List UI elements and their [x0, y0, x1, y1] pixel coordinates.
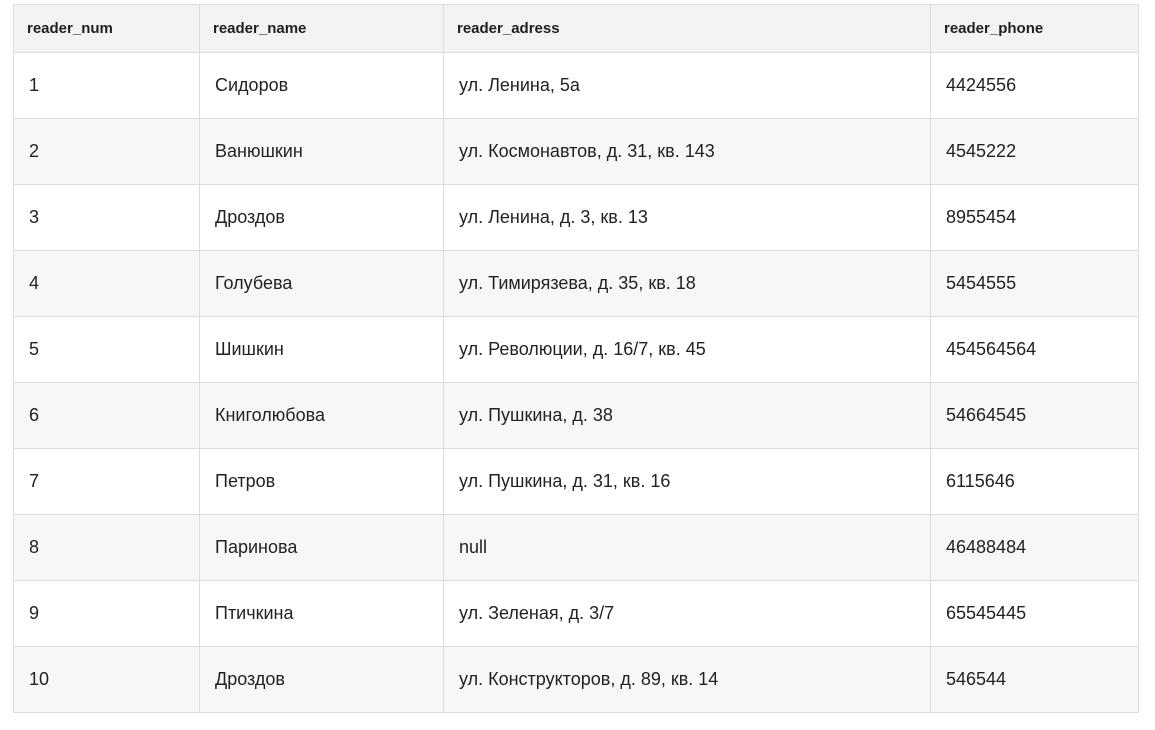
cell-reader-name: Птичкина [199, 580, 444, 647]
cell-reader-phone: 46488484 [930, 514, 1139, 581]
cell-reader-phone: 65545445 [930, 580, 1139, 647]
cell-reader-num: 5 [13, 316, 200, 383]
cell-reader-adress: ул. Зеленая, д. 3/7 [443, 580, 931, 647]
table-row: 6 Книголюбова ул. Пушкина, д. 38 5466454… [13, 382, 1139, 449]
table-row: 7 Петров ул. Пушкина, д. 31, кв. 16 6115… [13, 448, 1139, 515]
cell-reader-phone: 546544 [930, 646, 1139, 713]
cell-reader-phone: 6115646 [930, 448, 1139, 515]
table-row: 5 Шишкин ул. Революции, д. 16/7, кв. 45 … [13, 316, 1139, 383]
cell-reader-name: Ванюшкин [199, 118, 444, 185]
cell-reader-adress: ул. Космонавтов, д. 31, кв. 143 [443, 118, 931, 185]
column-header-reader-num: reader_num [13, 4, 200, 53]
readers-table-container: reader_num reader_name reader_adress rea… [13, 4, 1139, 713]
cell-reader-num: 2 [13, 118, 200, 185]
table-row: 9 Птичкина ул. Зеленая, д. 3/7 65545445 [13, 580, 1139, 647]
cell-reader-name: Сидоров [199, 52, 444, 119]
table-row: 2 Ванюшкин ул. Космонавтов, д. 31, кв. 1… [13, 118, 1139, 185]
cell-reader-phone: 5454555 [930, 250, 1139, 317]
cell-reader-num: 9 [13, 580, 200, 647]
cell-reader-adress: ул. Тимирязева, д. 35, кв. 18 [443, 250, 931, 317]
cell-reader-adress: ул. Конструкторов, д. 89, кв. 14 [443, 646, 931, 713]
column-header-reader-adress: reader_adress [443, 4, 931, 53]
cell-reader-num: 6 [13, 382, 200, 449]
cell-reader-adress: ул. Пушкина, д. 38 [443, 382, 931, 449]
cell-reader-phone: 54664545 [930, 382, 1139, 449]
cell-reader-phone: 454564564 [930, 316, 1139, 383]
cell-reader-num: 8 [13, 514, 200, 581]
readers-table: reader_num reader_name reader_adress rea… [13, 4, 1139, 713]
cell-reader-adress: ул. Ленина, д. 3, кв. 13 [443, 184, 931, 251]
cell-reader-num: 4 [13, 250, 200, 317]
cell-reader-adress: null [443, 514, 931, 581]
cell-reader-phone: 8955454 [930, 184, 1139, 251]
table-row: 1 Сидоров ул. Ленина, 5а 4424556 [13, 52, 1139, 119]
table-body: 1 Сидоров ул. Ленина, 5а 4424556 2 Ванюш… [13, 52, 1139, 713]
table-header: reader_num reader_name reader_adress rea… [13, 4, 1139, 53]
cell-reader-name: Голубева [199, 250, 444, 317]
table-row: 10 Дроздов ул. Конструкторов, д. 89, кв.… [13, 646, 1139, 713]
cell-reader-adress: ул. Ленина, 5а [443, 52, 931, 119]
cell-reader-num: 1 [13, 52, 200, 119]
cell-reader-name: Шишкин [199, 316, 444, 383]
table-row: 4 Голубева ул. Тимирязева, д. 35, кв. 18… [13, 250, 1139, 317]
cell-reader-name: Книголюбова [199, 382, 444, 449]
column-header-reader-phone: reader_phone [930, 4, 1139, 53]
cell-reader-name: Дроздов [199, 184, 444, 251]
table-row: 8 Паринова null 46488484 [13, 514, 1139, 581]
cell-reader-adress: ул. Революции, д. 16/7, кв. 45 [443, 316, 931, 383]
cell-reader-num: 3 [13, 184, 200, 251]
cell-reader-name: Паринова [199, 514, 444, 581]
cell-reader-phone: 4424556 [930, 52, 1139, 119]
table-row: 3 Дроздов ул. Ленина, д. 3, кв. 13 89554… [13, 184, 1139, 251]
cell-reader-phone: 4545222 [930, 118, 1139, 185]
header-row: reader_num reader_name reader_adress rea… [13, 4, 1139, 53]
cell-reader-num: 7 [13, 448, 200, 515]
cell-reader-name: Дроздов [199, 646, 444, 713]
cell-reader-adress: ул. Пушкина, д. 31, кв. 16 [443, 448, 931, 515]
cell-reader-name: Петров [199, 448, 444, 515]
cell-reader-num: 10 [13, 646, 200, 713]
column-header-reader-name: reader_name [199, 4, 444, 53]
